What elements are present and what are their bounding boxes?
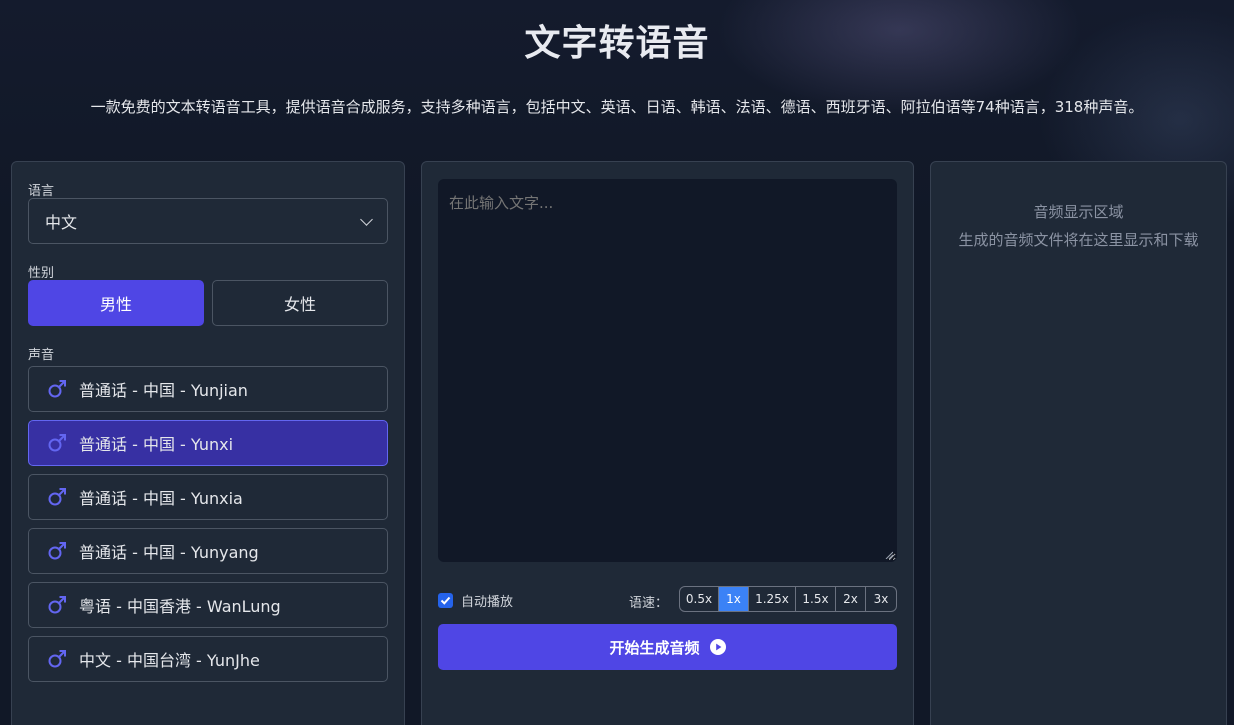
resize-handle-icon[interactable] <box>885 551 893 559</box>
male-icon <box>48 650 66 668</box>
voice-item-label: 普通话 - 中国 - Yunxia <box>79 489 243 508</box>
checkmark-icon <box>440 596 451 605</box>
speed-option[interactable]: 2x <box>836 587 866 611</box>
voice-item[interactable]: 中文 - 中国台湾 - YunJhe <box>28 636 388 682</box>
page: 文字转语音 一款免费的文本转语音工具，提供语音合成服务，支持多种语言，包括中文、… <box>0 0 1234 725</box>
text-input[interactable] <box>438 179 897 562</box>
male-icon <box>48 380 66 398</box>
page-title: 文字转语音 <box>524 23 710 64</box>
audio-area-hint: 生成的音频文件将在这里显示和下载 <box>958 231 1199 249</box>
language-select[interactable]: 中文 <box>28 198 388 244</box>
autoplay-label: 自动播放 <box>461 595 514 610</box>
speed-label: 语速： <box>629 596 669 611</box>
speed-selector: 0.5x 1x 1.25x 1.5x 2x 3x <box>679 586 897 612</box>
text-input-panel: 自动播放 语速： 0.5x1x1.25x1.5x2x3x 开始生成音频 <box>421 161 914 725</box>
speed-option[interactable]: 0.5x <box>680 587 719 611</box>
play-circle-icon <box>709 639 726 655</box>
generate-audio-button[interactable]: 开始生成音频 <box>438 624 897 670</box>
speed-option[interactable]: 1.25x <box>749 587 796 611</box>
language-label: 语言 <box>28 184 55 199</box>
male-icon <box>48 542 66 560</box>
voice-item[interactable]: 普通话 - 中国 - Yunjian <box>28 366 388 412</box>
page-subtitle: 一款免费的文本转语音工具，提供语音合成服务，支持多种语言，包括中文、英语、日语、… <box>90 98 1144 116</box>
male-icon <box>48 488 66 506</box>
audio-output-panel: 音频显示区域 生成的音频文件将在这里显示和下载 <box>930 161 1227 725</box>
voice-label: 声音 <box>28 348 55 363</box>
gender-label: 性别 <box>28 266 55 281</box>
male-icon <box>48 596 66 614</box>
audio-area-title: 音频显示区域 <box>1033 203 1124 221</box>
voice-item[interactable]: 粤语 - 中国香港 - WanLung <box>28 582 388 628</box>
gender-male-button[interactable]: 男性 <box>28 280 204 326</box>
chevron-down-icon <box>360 212 373 226</box>
voice-item[interactable]: 普通话 - 中国 - Yunyang <box>28 528 388 574</box>
audio-placeholder: 音频显示区域 生成的音频文件将在这里显示和下载 <box>931 198 1226 254</box>
voice-item-label: 中文 - 中国台湾 - YunJhe <box>79 651 260 670</box>
language-select-value: 中文 <box>45 213 78 232</box>
speed-option[interactable]: 1.5x <box>796 587 836 611</box>
voice-item-label: 普通话 - 中国 - Yunyang <box>79 543 259 562</box>
voice-item[interactable]: 普通话 - 中国 - Yunxi <box>28 420 388 466</box>
voice-item[interactable]: 普通话 - 中国 - Yunxia <box>28 474 388 520</box>
autoplay-toggle[interactable]: 自动播放 <box>438 591 513 610</box>
generate-audio-label: 开始生成音频 <box>609 638 700 657</box>
speed-option[interactable]: 3x <box>866 587 896 611</box>
voice-item-label: 粤语 - 中国香港 - WanLung <box>79 597 281 616</box>
gender-female-button[interactable]: 女性 <box>212 280 388 326</box>
male-icon <box>48 434 66 452</box>
voice-item-label: 普通话 - 中国 - Yunjian <box>79 381 248 400</box>
autoplay-checkbox[interactable] <box>438 593 453 608</box>
speed-option[interactable]: 1x <box>719 587 749 611</box>
settings-panel: 语言 中文 性别 男性 女性 声音 普通话 - 中国 - Yunjian 普通话 … <box>11 161 405 725</box>
voice-item-label: 普通话 - 中国 - Yunxi <box>79 435 234 454</box>
